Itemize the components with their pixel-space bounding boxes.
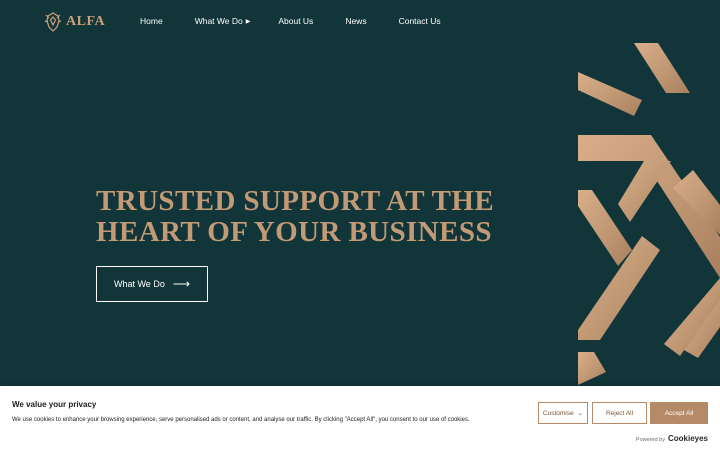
page: ALFA Home What We Do ▶ About Us News Con… xyxy=(0,0,720,450)
nav-home-label: Home xyxy=(140,16,163,26)
nav-news-label: News xyxy=(345,16,367,26)
decorative-pattern xyxy=(578,43,720,385)
nav-what-we-do[interactable]: What We Do ▶ xyxy=(195,16,251,26)
nav-news[interactable]: News xyxy=(345,16,366,26)
reject-all-button[interactable]: Reject All xyxy=(592,402,647,424)
customise-button[interactable]: Customise ⌄ xyxy=(538,402,588,424)
nav-contact-us[interactable]: Contact Us xyxy=(399,16,441,26)
nav-what-we-do-label: What We Do xyxy=(194,16,243,26)
powered-by: Powered by Cookieyes xyxy=(636,434,708,443)
chevron-down-icon: ⌄ xyxy=(577,410,584,417)
accept-all-button[interactable]: Accept All xyxy=(650,402,708,424)
cookie-banner-title: We value your privacy xyxy=(12,400,97,409)
powered-by-label: Powered by xyxy=(635,437,665,443)
main-nav: Home What We Do ▶ About Us News Contact … xyxy=(140,16,441,26)
cookieyes-logo[interactable]: Cookieyes xyxy=(668,434,708,443)
arrow-right-icon: ⟶ xyxy=(172,277,191,291)
customise-button-label: Customise xyxy=(542,409,574,417)
caret-right-icon: ▶ xyxy=(245,18,251,25)
cookie-banner: We value your privacy We use cookies to … xyxy=(0,386,720,450)
site-logo[interactable]: ALFA xyxy=(44,11,105,33)
nav-about-us-label: About Us xyxy=(278,16,314,26)
hero-title-line-1: TRUSTED SUPPORT AT THE xyxy=(96,185,495,217)
what-we-do-button[interactable]: What We Do ⟶ xyxy=(96,266,208,302)
lion-crest-icon xyxy=(44,12,62,32)
hero-title: TRUSTED SUPPORT AT THE HEART OF YOUR BUS… xyxy=(96,186,536,248)
nav-about-us[interactable]: About Us xyxy=(278,16,313,26)
nav-contact-us-label: Contact Us xyxy=(398,16,441,26)
hero-title-line-2: HEART OF YOUR BUSINESS xyxy=(96,216,492,248)
cookie-banner-text: We use cookies to enhance your browsing … xyxy=(12,417,470,423)
reject-all-button-label: Reject All xyxy=(605,409,634,417)
logo-text: ALFA xyxy=(66,14,106,29)
accept-all-button-label: Accept All xyxy=(664,409,694,417)
nav-home[interactable]: Home xyxy=(140,16,163,26)
what-we-do-button-label: What We Do xyxy=(113,279,165,289)
